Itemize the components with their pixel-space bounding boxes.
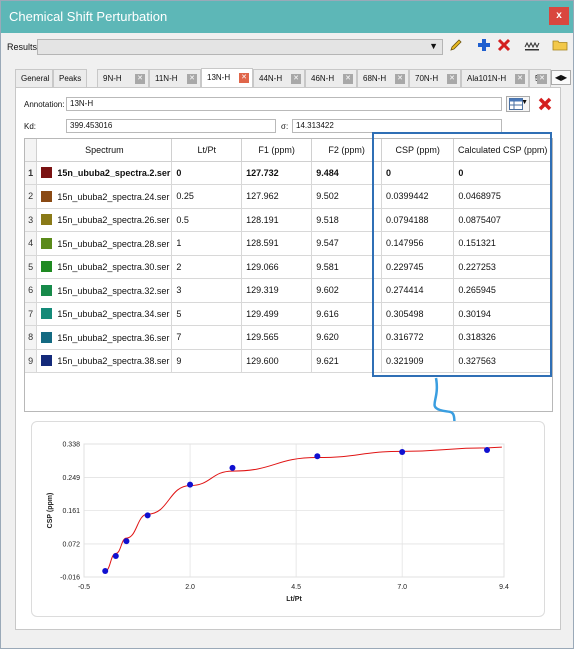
close-tab-icon[interactable]: ✕ [395, 74, 405, 84]
data-point [314, 453, 321, 460]
tab-scroll-arrows[interactable]: ◀▶ [551, 70, 571, 85]
close-tab-icon[interactable]: ✕ [343, 74, 353, 84]
y-tick-label: 0.161 [62, 508, 80, 515]
close-tab-icon[interactable]: ✕ [291, 74, 301, 84]
y-tick-label: 0.072 [62, 541, 80, 548]
delete-icon[interactable] [495, 38, 513, 56]
close-tab-icon[interactable]: ✕ [447, 74, 457, 84]
close-tab-icon[interactable]: ✕ [239, 73, 249, 83]
tab-label: 68N-H [363, 74, 387, 83]
add-icon[interactable] [475, 38, 493, 56]
tab-label: Ala101N-H [467, 74, 507, 83]
data-point [102, 567, 109, 574]
tab-70n-h[interactable]: 70N-H ✕ [409, 69, 461, 87]
tab-68n-h[interactable]: 68N-H ✕ [357, 69, 409, 87]
data-point [112, 552, 119, 559]
x-tick-label: -0.5 [78, 584, 90, 591]
close-tab-icon[interactable]: ✕ [187, 74, 197, 84]
x-tick-label: 7.0 [397, 584, 407, 591]
tab-11n-h[interactable]: 11N-H ✕ [149, 69, 201, 87]
tab-label: Peaks [59, 74, 82, 83]
pencil-icon[interactable] [447, 38, 465, 56]
y-tick-label: 0.249 [62, 475, 80, 482]
tab-label: 70N-H [415, 74, 439, 83]
results-label: Results: [7, 42, 40, 52]
tab-peaks[interactable]: Peaks [53, 69, 87, 87]
folder-icon[interactable] [551, 38, 569, 56]
window-title: Chemical Shift Perturbation [9, 9, 168, 24]
tab-label: 46N-H [311, 74, 335, 83]
csp-window: Chemical Shift Perturbation x Results: ▼… [0, 0, 574, 649]
chevron-down-icon: ▼ [429, 41, 438, 51]
title-bar: Chemical Shift Perturbation x [1, 1, 573, 33]
tab-general[interactable]: General [15, 69, 53, 87]
tab-bar: General Peaks 9N-H ✕ 11N-H ✕ 13N-H ✕ 44N… [15, 68, 571, 87]
y-tick-label: 0.338 [62, 442, 80, 449]
wave-icon[interactable] [523, 38, 541, 56]
tab-46n-h[interactable]: 46N-H ✕ [305, 69, 357, 87]
tab-13n-h[interactable]: 13N-H ✕ [201, 68, 253, 87]
results-dropdown[interactable]: ▼ [37, 39, 443, 55]
close-tab-icon[interactable]: ✕ [537, 74, 547, 84]
tab-ala101n-h[interactable]: Ala101N-H ✕ [461, 69, 529, 87]
data-point [123, 538, 130, 545]
tab-9n-h[interactable]: 9N-H ✕ [97, 69, 149, 87]
data-point [187, 481, 194, 488]
x-tick-label: 9.4 [499, 584, 509, 591]
csp-columns-highlight [372, 132, 552, 377]
data-point [399, 448, 406, 455]
close-tab-icon[interactable]: ✕ [515, 74, 525, 84]
tab-44n-h[interactable]: 44N-H ✕ [253, 69, 305, 87]
tab-label: General [21, 74, 50, 83]
tab-label: 44N-H [259, 74, 283, 83]
data-point [144, 512, 151, 519]
x-tick-label: 4.5 [291, 584, 301, 591]
tab-label: 9N-H [103, 74, 122, 83]
y-axis-label: CSP (ppm) [47, 493, 54, 529]
close-button[interactable]: x [549, 7, 569, 25]
x-axis-label: Lt/Pt [286, 596, 302, 603]
chart-svg: -0.5 2.0 4.5 7.0 9.4 0.338 0.249 0.161 0.072 -0.0… [47, 442, 509, 604]
results-row: Results: ▼ [1, 37, 573, 57]
tab-label: 13N-H [207, 73, 231, 82]
csp-chart: -0.5 2.0 4.5 7.0 9.4 0.338 0.249 0.161 0.072 -0.0… [31, 421, 545, 617]
data-point [484, 447, 491, 454]
data-point [229, 464, 236, 471]
y-tick-label: -0.016 [60, 575, 80, 582]
x-tick-label: 2.0 [185, 584, 195, 591]
close-tab-icon[interactable]: ✕ [135, 74, 145, 84]
tab-overflow[interactable]: 5 ✕ [529, 69, 551, 87]
tab-label: 11N-H [155, 74, 178, 83]
